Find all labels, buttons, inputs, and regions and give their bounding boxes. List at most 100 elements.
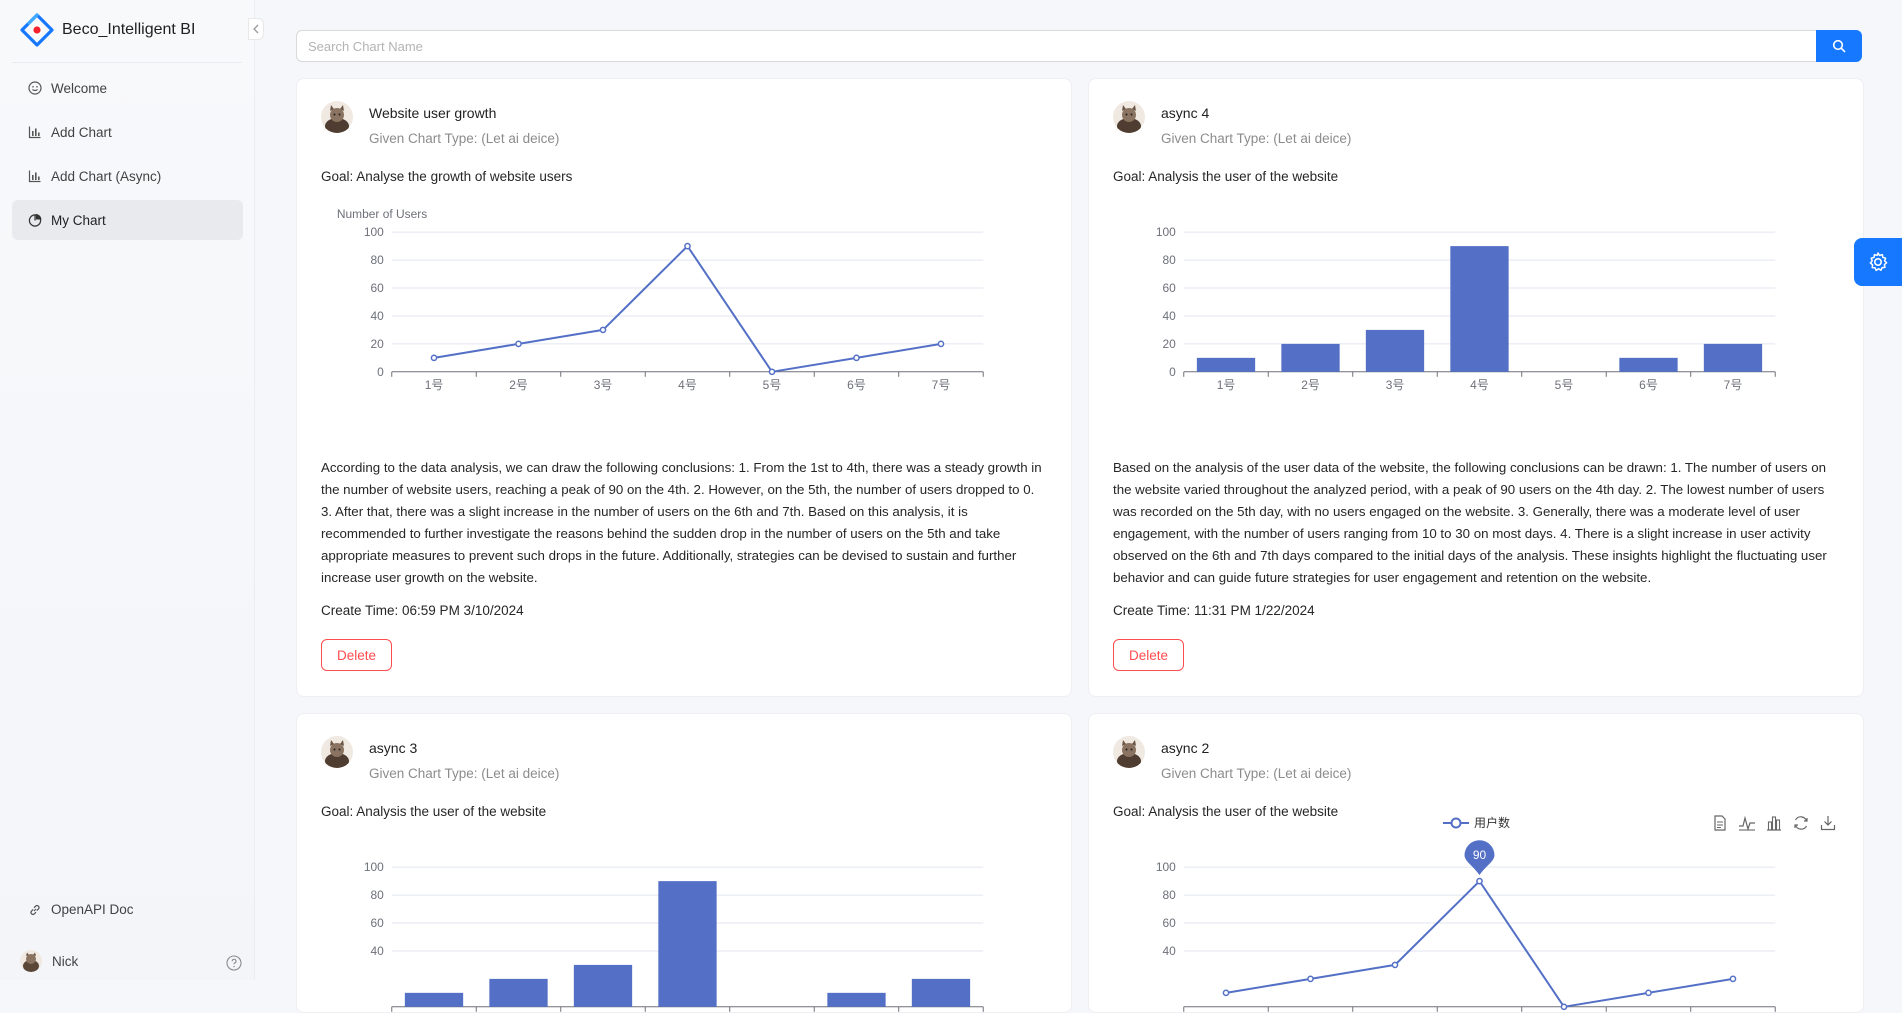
search-input[interactable] <box>296 30 1816 62</box>
gear-icon <box>1867 251 1889 273</box>
x-tick-label: 4号 <box>1470 378 1489 392</box>
sidebar-item-label: My Chart <box>51 213 106 228</box>
bar <box>1197 358 1255 372</box>
sidebar-item-label: Add Chart (Async) <box>51 169 161 184</box>
openapi-doc-label: OpenAPI Doc <box>51 902 134 917</box>
goal-text: Goal: Analysis the user of the website <box>1113 169 1338 184</box>
user-menu[interactable]: Nick <box>20 950 78 972</box>
y-tick-label: 80 <box>370 888 384 902</box>
bar <box>1704 344 1762 372</box>
sidebar: Beco_Intelligent BI Welcome Add Chart Ad… <box>0 0 255 980</box>
sidebar-item-label: Welcome <box>51 81 107 96</box>
y-tick-label: 100 <box>1156 225 1176 239</box>
create-time: Create Time: 06:59 PM 3/10/2024 <box>321 603 524 618</box>
bar <box>574 965 632 1007</box>
data-point <box>938 341 943 346</box>
question-icon[interactable] <box>226 955 242 971</box>
data-point <box>769 369 774 374</box>
y-tick-label: 80 <box>370 253 384 267</box>
x-tick-label: 1号 <box>1217 378 1236 392</box>
y-tick-label: 60 <box>1162 281 1176 295</box>
data-point <box>431 355 436 360</box>
avatar <box>321 736 353 768</box>
data-point <box>516 341 521 346</box>
y-tick-label: 100 <box>364 225 384 239</box>
data-point <box>600 327 605 332</box>
search-button[interactable] <box>1816 30 1862 62</box>
y-tick-label: 100 <box>364 860 384 874</box>
chart-card: async 4 Given Chart Type: (Let ai deice)… <box>1088 78 1864 697</box>
sidebar-item-add-chart-async[interactable]: Add Chart (Async) <box>12 156 243 196</box>
sidebar-item-add-chart[interactable]: Add Chart <box>12 112 243 152</box>
brand[interactable]: Beco_Intelligent BI <box>20 14 195 46</box>
card-title: Website user growth <box>369 105 496 121</box>
goal-text: Goal: Analyse the growth of website user… <box>321 169 572 184</box>
line-chart[interactable]: 4060801001号2号3号4号5号6号7号90 <box>1089 826 1863 1013</box>
y-tick-label: 100 <box>1156 860 1176 874</box>
avatar <box>321 101 353 133</box>
line-chart[interactable]: 0204060801001号2号3号4号5号6号7号Number of User… <box>297 191 1071 401</box>
x-tick-label: 6号 <box>1639 378 1658 392</box>
smile-icon <box>28 81 42 95</box>
goal-text: Goal: Analysis the user of the website <box>321 804 546 819</box>
bar <box>1281 344 1339 372</box>
y-tick-label: 60 <box>370 916 384 930</box>
data-point <box>685 244 690 249</box>
chart-type-label: Given Chart Type: (Let ai deice) <box>369 131 559 146</box>
x-tick-label: 6号 <box>847 378 866 392</box>
data-point <box>854 355 859 360</box>
bar <box>1450 246 1508 372</box>
goal-text: Goal: Analysis the user of the website <box>1113 804 1338 819</box>
bar <box>1619 358 1677 372</box>
x-tick-label: 7号 <box>1724 378 1743 392</box>
y-tick-label: 40 <box>370 944 384 958</box>
y-tick-label: 80 <box>1162 888 1176 902</box>
x-tick-label: 5号 <box>763 378 782 392</box>
data-point <box>1730 976 1735 981</box>
chart-card: Website user growth Given Chart Type: (L… <box>296 78 1072 697</box>
y-tick-label: 80 <box>1162 253 1176 267</box>
delete-button[interactable]: Delete <box>321 639 392 671</box>
sidebar-item-label: Add Chart <box>51 125 112 140</box>
sidebar-item-welcome[interactable]: Welcome <box>12 68 243 108</box>
bar <box>1366 330 1424 372</box>
chart-type-label: Given Chart Type: (Let ai deice) <box>1161 766 1351 781</box>
bar-chart-icon <box>28 125 42 139</box>
user-name: Nick <box>52 954 78 969</box>
x-tick-label: 3号 <box>594 378 613 392</box>
bar-chart[interactable]: 4060801001号2号3号4号5号6号7号 <box>297 826 1071 1013</box>
delete-button[interactable]: Delete <box>1113 639 1184 671</box>
x-tick-label: 4号 <box>678 378 697 392</box>
x-tick-label: 2号 <box>509 378 528 392</box>
bar-chart[interactable]: 0204060801001号2号3号4号5号6号7号 <box>1089 191 1863 401</box>
chevron-left-icon <box>252 24 260 34</box>
y-tick-label: 60 <box>370 281 384 295</box>
bar <box>827 993 885 1007</box>
bar <box>658 881 716 1007</box>
y-tick-label: 0 <box>377 365 384 379</box>
y-tick-label: 40 <box>370 309 384 323</box>
data-point <box>1646 990 1651 995</box>
chart-type-label: Given Chart Type: (Let ai deice) <box>369 766 559 781</box>
bar-chart-icon <box>28 169 42 183</box>
openapi-doc-link[interactable]: OpenAPI Doc <box>28 902 134 917</box>
brand-divider <box>12 62 242 63</box>
y-tick-label: 40 <box>1162 309 1176 323</box>
x-tick-label: 5号 <box>1555 378 1574 392</box>
avatar <box>1113 101 1145 133</box>
link-icon <box>28 903 42 917</box>
sidebar-item-my-chart[interactable]: My Chart <box>12 200 243 240</box>
settings-button[interactable] <box>1854 238 1902 286</box>
create-time: Create Time: 11:31 PM 1/22/2024 <box>1113 603 1315 618</box>
series-line <box>434 246 941 372</box>
collapse-sidebar-button[interactable] <box>248 18 264 40</box>
x-tick-label: 2号 <box>1301 378 1320 392</box>
logo-icon <box>20 13 54 47</box>
avatar <box>20 950 42 972</box>
card-title: async 3 <box>369 740 417 756</box>
bar <box>405 993 463 1007</box>
data-point <box>1561 1004 1566 1009</box>
analysis-text: Based on the analysis of the user data o… <box>1113 457 1839 589</box>
chart-type-label: Given Chart Type: (Let ai deice) <box>1161 131 1351 146</box>
data-point <box>1477 879 1482 884</box>
